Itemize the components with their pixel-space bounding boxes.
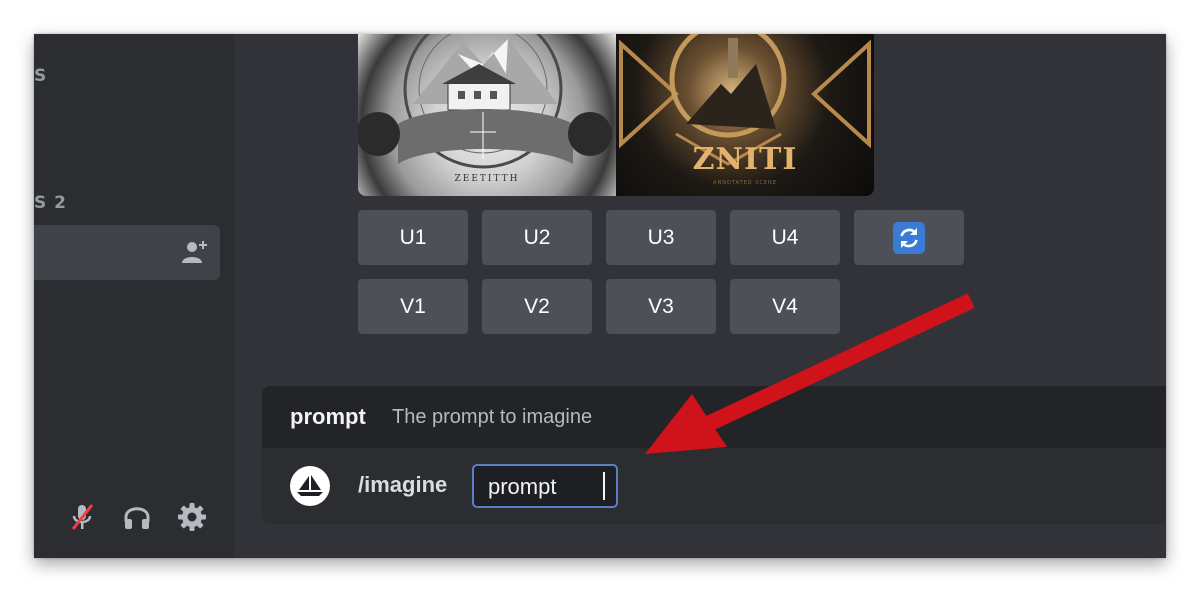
option-description: The prompt to imagine: [392, 406, 593, 428]
muted-mic-icon[interactable]: [65, 500, 99, 534]
variation-button-3[interactable]: V3: [606, 279, 716, 334]
headphones-icon[interactable]: [120, 500, 154, 534]
upscale-button-3[interactable]: U3: [606, 210, 716, 265]
refresh-icon: [893, 221, 925, 254]
text-cursor: [603, 472, 605, 500]
slash-command-label: /imagine: [358, 472, 448, 497]
channel-category-fragment: S: [34, 66, 48, 86]
user-panel: [34, 472, 234, 558]
sidebar-item-selected[interactable]: [34, 225, 220, 280]
variation-button-4[interactable]: V4: [730, 279, 840, 334]
add-member-icon[interactable]: [180, 239, 210, 265]
prompt-option-label: prompt: [488, 474, 557, 499]
image-1-caption: ZEETITTH: [454, 174, 520, 184]
image-grid[interactable]: ZEETITTH ZNITI ANNOTATED SCENE: [358, 34, 874, 196]
variation-button-2[interactable]: V2: [482, 279, 592, 334]
variation-button-1[interactable]: V1: [358, 279, 468, 334]
message-composer[interactable]: prompt The prompt to imagine /imagine pr…: [262, 386, 1166, 524]
command-option-hint[interactable]: prompt The prompt to imagine: [262, 386, 1166, 448]
reroll-button[interactable]: [854, 210, 964, 265]
channel-sidebar: S S 2: [34, 34, 234, 558]
upscale-button-1[interactable]: U1: [358, 210, 468, 265]
prompt-input[interactable]: prompt: [472, 464, 618, 508]
image-2-subcaption: ANNOTATED SCENE: [713, 180, 777, 186]
option-name: prompt: [290, 404, 366, 429]
chat-area: ZEETITTH ZNITI ANNOTATED SCENE U1 U2 U3 …: [234, 34, 1166, 558]
generated-image-2[interactable]: ZNITI ANNOTATED SCENE: [616, 34, 874, 196]
sailboat-icon: [297, 475, 323, 496]
image-2-caption: ZNITI: [692, 142, 798, 177]
channel-category-fragment-2: S 2: [34, 193, 67, 213]
upscale-button-2[interactable]: U2: [482, 210, 592, 265]
gear-icon[interactable]: [175, 500, 209, 534]
generated-image-1[interactable]: ZEETITTH: [358, 34, 616, 196]
discord-window: S S 2 ZEETITTH ZNITI ANNOTATED SCENE U1 …: [34, 34, 1166, 558]
midjourney-bot-avatar: [290, 466, 330, 506]
upscale-button-4[interactable]: U4: [730, 210, 840, 265]
